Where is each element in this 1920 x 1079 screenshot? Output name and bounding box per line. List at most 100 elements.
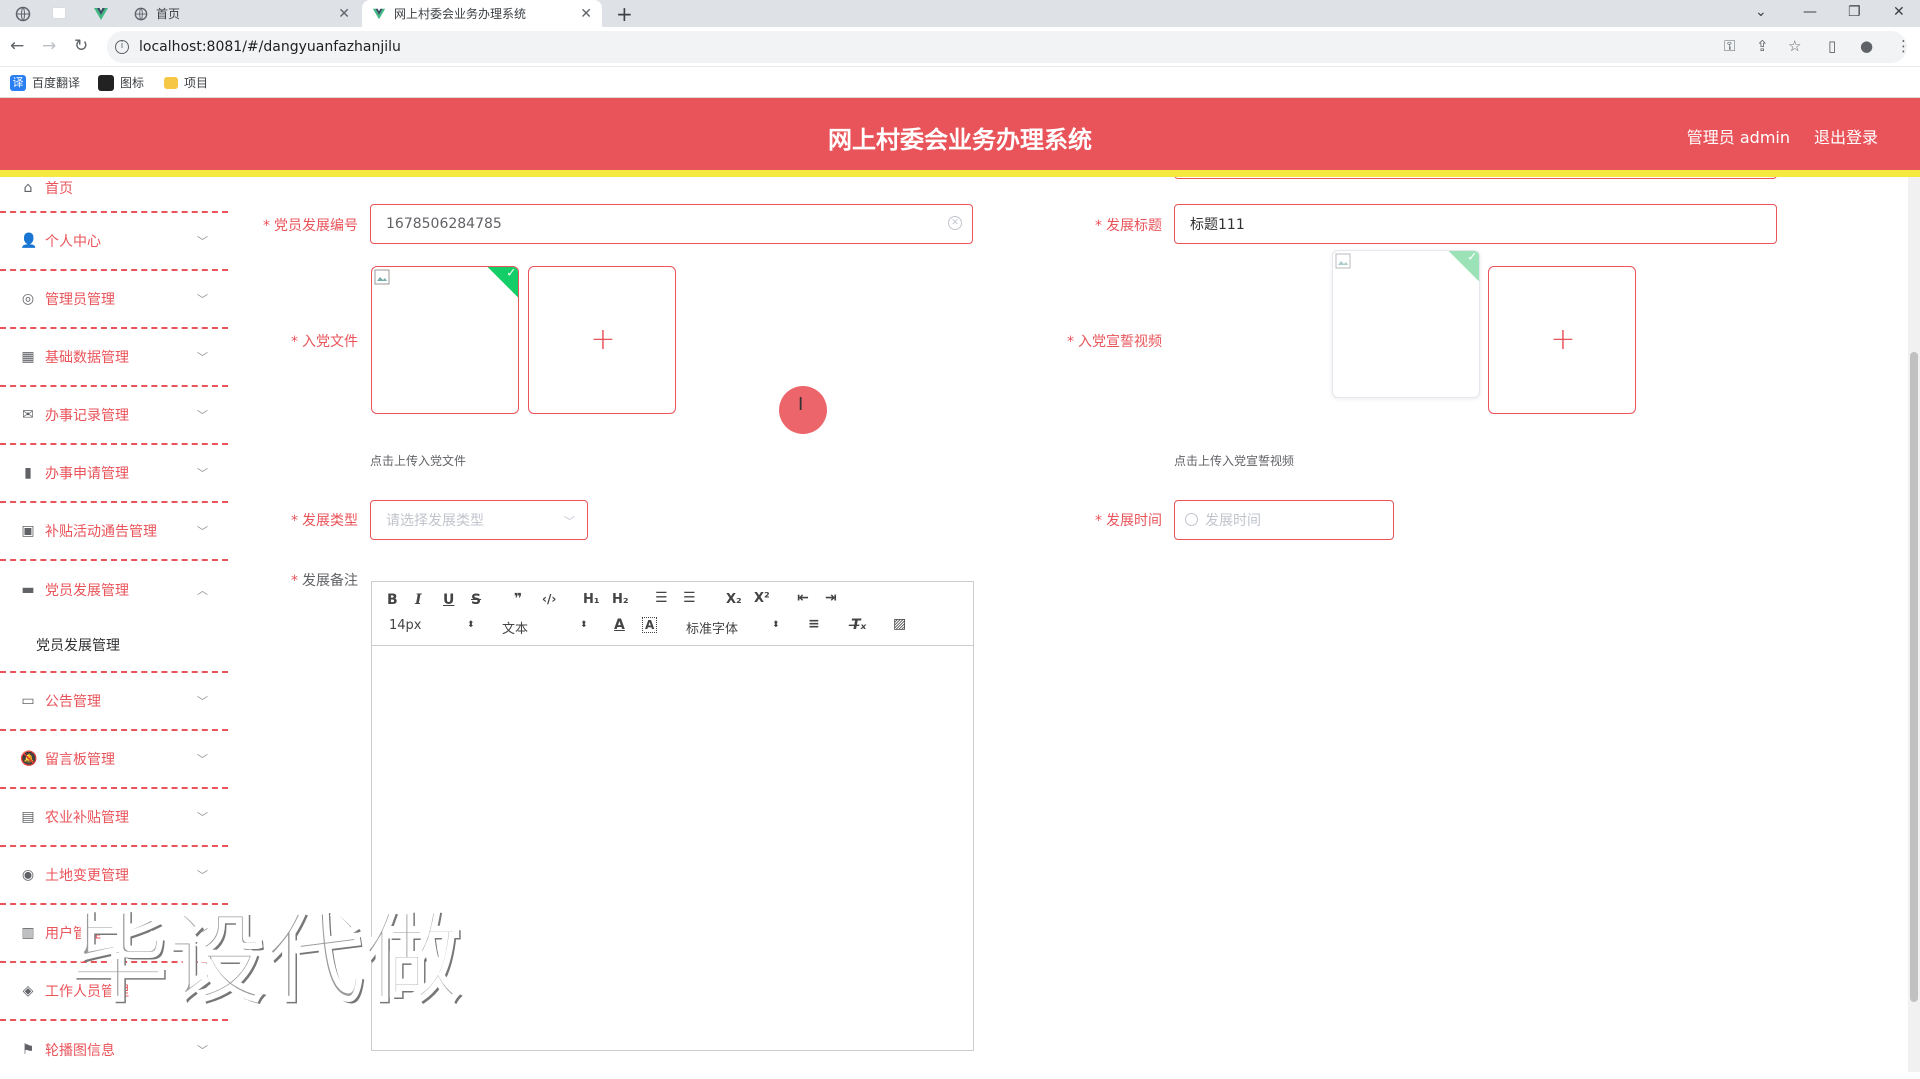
time-picker[interactable]: 发展时间 [1174,500,1394,540]
code-input[interactable]: 1678506284785 ✕ [370,204,973,244]
editor-toolbar: B I U S ❞ ‹/› H₁ H₂ ☰ ☰ X₂ X² ⇤ ⇥ 14px ⬍… [372,582,973,646]
globe-icon[interactable] [15,6,31,22]
bookmark-project[interactable]: 项目 [164,74,208,91]
align-icon[interactable]: ≡ [808,616,820,632]
sidebar-item-agri-subsidy[interactable]: ▤ 农业补贴管理 ﹀ [0,789,228,847]
sidebar-item-home[interactable]: ⌂ 首页 [0,165,228,213]
bookmark-icons[interactable]: 图标 [98,74,144,91]
logout-button[interactable]: 退出登录 [1814,124,1878,148]
indent-icon[interactable]: ⇥ [825,590,837,606]
sidebar-item-message-board[interactable]: 🔕 留言板管理 ﹀ [0,731,228,789]
italic-button[interactable]: I [415,592,422,608]
chat-icon: ▭ [21,693,35,709]
strike-button[interactable]: S [471,592,481,608]
outdent-icon[interactable]: ⇤ [797,590,809,606]
background-color-icon[interactable]: A [642,617,658,633]
underline-button[interactable]: U [443,592,454,608]
sidebar-item-label: 首页 [45,181,73,197]
font-size-select[interactable]: 14px ⬍ [389,618,475,633]
sidebar-item-records[interactable]: ✉ 办事记录管理 ﹀ [0,387,228,445]
video-hint: 点击上传入党宣誓视频 [1174,454,1295,468]
format-select[interactable]: 文本 ⬍ [502,618,588,637]
updown-icon: ⬍ [580,620,588,630]
sidebar-item-profile[interactable]: 👤 个人中心 ﹀ [0,213,228,271]
page-scrollbar[interactable] [1908,177,1920,1072]
tab-home[interactable]: 首页 ✕ [124,0,360,27]
format-value: 文本 [502,622,529,637]
flag-icon: ⚑ [21,1042,35,1058]
image-icon[interactable]: ▨ [893,616,906,632]
sidebar-subitem-party-development[interactable]: 党员发展管理 [0,619,228,673]
ordered-list-icon[interactable]: ☰ [655,590,668,606]
uploaded-video-thumbnail[interactable]: ✓ [1332,250,1480,398]
sidebar-item-admin[interactable]: ◎ 管理员管理 ﹀ [0,271,228,329]
sidebar-item-notices[interactable]: ▭ 公告管理 ﹀ [0,673,228,731]
window-close-button[interactable]: ✕ [1893,4,1905,20]
clock-icon [1185,513,1198,526]
header-accent-bar [0,170,1920,177]
font-family-select[interactable]: 标准字体 ⬍ [686,618,782,637]
subscript-button[interactable]: X₂ [726,592,742,607]
heading1-button[interactable]: H₁ [583,592,600,607]
updown-icon: ⬍ [772,620,780,630]
sidepanel-icon[interactable]: ▯ [1828,37,1836,55]
scrollbar-thumb[interactable] [1910,352,1918,1002]
user-icon: 👤 [20,233,38,249]
clear-icon[interactable]: ✕ [948,216,962,230]
profile-icon[interactable]: ● [1860,37,1873,55]
bold-button[interactable]: B [387,592,398,608]
title-input[interactable]: 标题111 [1174,204,1777,244]
menu-icon[interactable]: ⋮ [1896,37,1911,55]
chevron-down-icon: ﹀ [197,467,208,480]
vue-icon [372,8,386,19]
sidebar-subitem-label: 党员发展管理 [36,638,120,654]
heading2-button[interactable]: H₂ [612,592,629,607]
forward-icon[interactable]: → [42,36,56,56]
quote-icon[interactable]: ❞ [514,591,522,607]
tab-app[interactable]: 网上村委会业务办理系统 ✕ [362,0,602,27]
app-title: 网上村委会业务办理系统 [828,126,1092,154]
bookmark-baidu-translate[interactable]: 译 百度翻译 [10,74,80,91]
sidebar-item-label: 个人中心 [45,234,101,250]
uploaded-file-thumbnail[interactable]: ✓ [371,266,519,414]
sidebar-item-party-development[interactable]: ▬ 党员发展管理 ︿ [0,561,228,619]
sidebar-item-applications[interactable]: ▮ 办事申请管理 ﹀ [0,445,228,503]
new-tab-button[interactable]: + [616,2,633,26]
clear-format-icon[interactable]: T̶ₓ [851,617,866,633]
info-icon[interactable]: i [115,40,129,54]
close-icon[interactable]: ✕ [580,6,592,22]
back-icon[interactable]: ← [10,36,24,56]
star-icon[interactable]: ☆ [1788,37,1801,55]
file-upload-button[interactable]: + [528,266,676,414]
code-icon[interactable]: ‹/› [542,592,556,606]
bullet-list-icon[interactable]: ☰ [683,590,696,606]
reload-icon[interactable]: ↻ [74,36,88,56]
sidebar-item-label: 补贴活动通告管理 [45,524,157,540]
chevron-down-icon: ﹀ [197,351,208,364]
tab-label: 网上村委会业务办理系统 [394,7,527,21]
share-icon[interactable]: ⇪ [1756,37,1769,55]
vue-icon[interactable] [93,6,109,22]
sidebar-item-label: 基础数据管理 [45,350,129,366]
close-icon[interactable]: ✕ [338,6,350,22]
sidebar-item-basic-data[interactable]: ▦ 基础数据管理 ﹀ [0,329,228,387]
sidebar-item-carousel[interactable]: ⚑ 轮播图信息 ﹀ [0,1021,228,1079]
omnibox[interactable]: i localhost:8081/#/dangyuanfazhanjilu [107,31,1907,63]
editor-content[interactable] [372,647,973,1050]
blank-page-icon[interactable] [52,7,66,19]
previous-row-input[interactable] [1174,177,1777,179]
video-upload-button[interactable]: + [1488,266,1636,414]
minimize-button[interactable]: — [1803,4,1817,20]
check-icon: ✓ [1467,250,1478,264]
bookmark-label: 图标 [120,76,145,90]
sidebar-item-subsidy-notice[interactable]: ▣ 补贴活动通告管理 ﹀ [0,503,228,561]
url-text[interactable]: localhost:8081/#/dangyuanfazhanjilu [139,39,401,55]
chevron-down-icon[interactable]: ⌄ [1755,4,1767,20]
key-icon[interactable]: ⚿ [1724,37,1735,55]
font-color-icon[interactable]: A [614,617,625,633]
chevron-down-icon: ﹀ [197,525,208,538]
chevron-down-icon: ﹀ [197,293,208,306]
superscript-button[interactable]: X² [754,591,770,606]
restore-button[interactable]: ❐ [1848,4,1861,20]
type-select[interactable]: 请选择发展类型 ﹀ [370,500,588,540]
